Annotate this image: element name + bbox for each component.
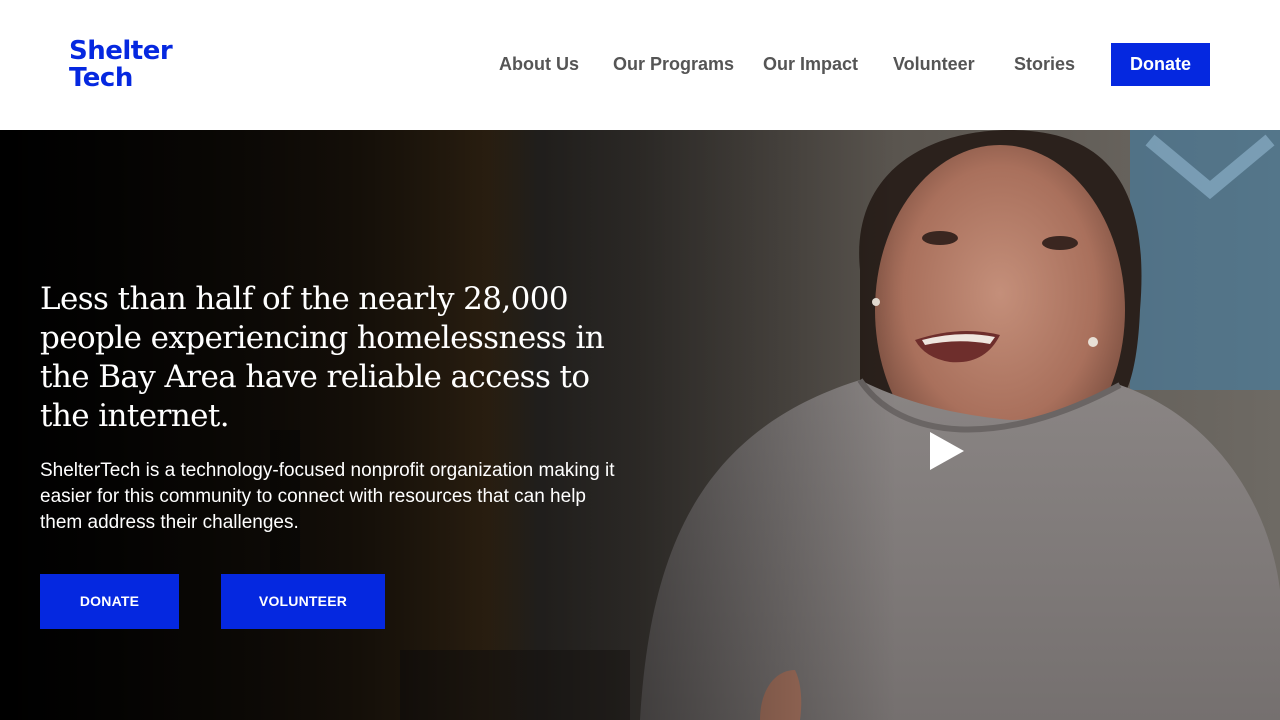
hero-content: Less than half of the nearly 28,000 peop…	[40, 280, 630, 536]
hero-volunteer-button[interactable]: VOLUNTEER	[221, 574, 385, 629]
nav-stories[interactable]: Stories	[1014, 43, 1075, 86]
nav-our-programs[interactable]: Our Programs	[613, 43, 734, 86]
hero-section: Less than half of the nearly 28,000 peop…	[0, 130, 1280, 720]
nav-our-impact[interactable]: Our Impact	[763, 43, 858, 86]
hero-description: ShelterTech is a technology-focused nonp…	[40, 460, 615, 533]
hero-headline: Less than half of the nearly 28,000 peop…	[40, 281, 605, 434]
nav-donate-button[interactable]: Donate	[1111, 43, 1210, 86]
main-nav: About Us Our Programs Our Impact Volunte…	[0, 43, 1280, 86]
site-header: Shelter Tech About Us Our Programs Our I…	[0, 0, 1280, 130]
nav-volunteer[interactable]: Volunteer	[893, 43, 975, 86]
play-icon[interactable]	[920, 426, 980, 486]
hero-donate-button[interactable]: DONATE	[40, 574, 179, 629]
nav-about-us[interactable]: About Us	[499, 43, 579, 86]
